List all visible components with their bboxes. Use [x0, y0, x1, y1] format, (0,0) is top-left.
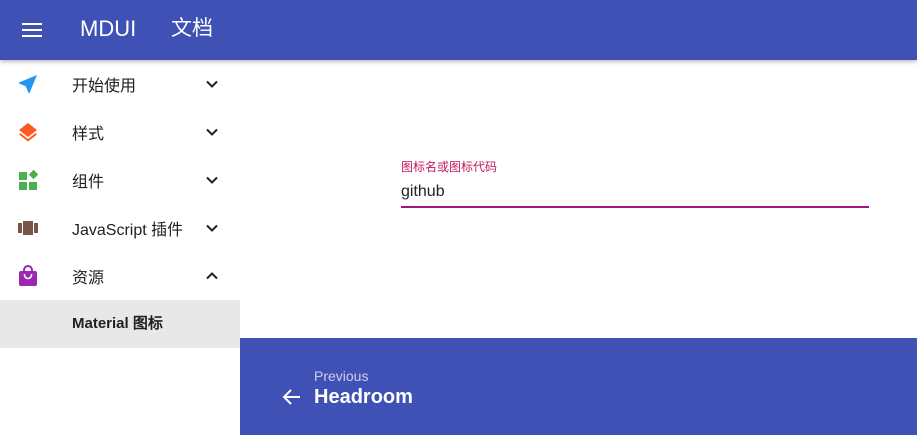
- sidebar-drawer: 开始使用 样式 组件 JavaScript 插件 资源 Material 图标: [0, 60, 240, 435]
- sidebar-subitem-material-icons[interactable]: Material 图标: [0, 300, 240, 348]
- sidebar-item-resources[interactable]: 资源: [0, 252, 240, 300]
- previous-title: Headroom: [314, 386, 413, 408]
- menu-button[interactable]: [10, 8, 54, 52]
- search-field-label: 图标名或图标代码: [401, 160, 498, 174]
- search-input[interactable]: [401, 178, 869, 208]
- chevron-up-icon: [206, 272, 218, 280]
- previous-page-link[interactable]: Previous Headroom: [240, 338, 917, 435]
- app-bar: MDUI 文档: [0, 0, 917, 60]
- previous-caption: Previous: [314, 368, 369, 384]
- sidebar-item-label: 资源: [72, 270, 105, 287]
- app-subtitle[interactable]: 文档: [171, 0, 213, 60]
- local-mall-icon: [19, 265, 37, 286]
- sidebar-item-label: 样式: [72, 126, 105, 143]
- app-title[interactable]: MDUI: [80, 0, 136, 60]
- chevron-down-icon: [206, 128, 218, 136]
- chevron-down-icon: [206, 176, 218, 184]
- sidebar-item-label: JavaScript 插件: [72, 222, 184, 239]
- menu-icon: [22, 23, 42, 37]
- widgets-icon: [19, 169, 39, 190]
- view-carousel-icon: [18, 221, 38, 235]
- sidebar-subitem-label: Material 图标: [72, 315, 163, 332]
- arrow-back-icon: [282, 389, 300, 405]
- sidebar-item-javascript-plugins[interactable]: JavaScript 插件: [0, 204, 240, 252]
- layers-icon: [19, 123, 37, 142]
- navigation-icon: [19, 75, 37, 93]
- chevron-down-icon: [206, 80, 218, 88]
- sidebar-item-label: 组件: [72, 174, 105, 191]
- sidebar-item-styles[interactable]: 样式: [0, 108, 240, 156]
- icon-search-field: 图标名或图标代码: [401, 152, 869, 212]
- chevron-down-icon: [206, 224, 218, 232]
- sidebar-item-components[interactable]: 组件: [0, 156, 240, 204]
- sidebar-item-label: 开始使用: [72, 78, 137, 95]
- sidebar-item-getting-started[interactable]: 开始使用: [0, 60, 240, 108]
